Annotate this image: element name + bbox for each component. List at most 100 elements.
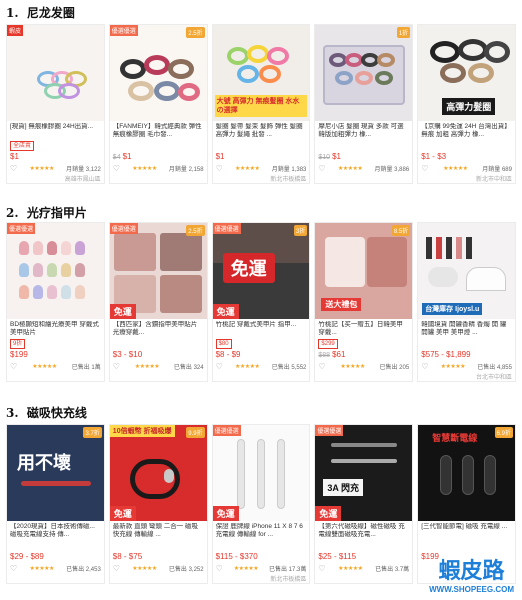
heart-icon[interactable]: ♡	[10, 164, 17, 173]
promo-tag: $80	[215, 339, 232, 349]
heart-icon[interactable]: ♡	[318, 564, 325, 573]
heart-icon[interactable]: ♡	[10, 362, 17, 371]
sold-count: 已售出 2,453	[66, 567, 101, 573]
rating-stars-icon: ★★★★★	[338, 566, 363, 572]
product-price: $88 $61	[318, 350, 409, 359]
product-name[interactable]: 摩尼小店 髮圈 現貨 多款 可選 韓版加粗彈力 橡...	[318, 123, 409, 139]
heart-icon[interactable]: ♡	[318, 164, 325, 173]
product-banner: 送大禮包	[321, 298, 362, 311]
product-card[interactable]: 10倍蝦幣 折福吸爆 9.9折 免運 最新款 直頭 彎頭 二合一 磁吸快充線 傳…	[108, 424, 208, 584]
product-banner: 大號 高彈力 無痕髮圈 水水の選擇	[214, 95, 308, 117]
free-shipping-badge: 免運	[212, 304, 239, 319]
product-card[interactable]: 1折 摩尼小店 髮圈 現貨 多款 可選 韓版加粗彈力 橡... $10 $1 ♡ …	[314, 24, 414, 184]
heart-icon[interactable]: ♡	[113, 164, 120, 173]
product-name[interactable]: [現貨] 無痕橡膠圈 24H出貨...	[10, 123, 101, 139]
heart-icon[interactable]: ♡	[113, 362, 120, 371]
product-image[interactable]: 1折	[315, 25, 413, 121]
watermark-logo: 蝦皮路	[438, 559, 505, 584]
product-image[interactable]: 免運 優選優選 3折 免運	[212, 223, 310, 319]
product-image[interactable]: 優選優選 2.5折	[109, 25, 207, 121]
product-image[interactable]: 10倍蝦幣 折福吸爆 9.9折 免運	[109, 425, 207, 521]
product-image[interactable]: 台灣庫存 Ijoysl.u	[418, 223, 515, 319]
product-banner: 用不壞	[17, 453, 71, 473]
product-image[interactable]: 3A 閃充 優選優選 免運	[315, 425, 413, 521]
product-name[interactable]: [三代智能節電] 磁吸 充電線 ...	[421, 523, 512, 539]
product-price: $29 - $89	[10, 552, 44, 561]
site-watermark: 蝦皮路 WWW.SHOPEEG.COM	[429, 553, 514, 594]
original-price: $88	[318, 352, 331, 359]
product-name[interactable]: 最新款 直頭 彎頭 二合一 磁吸快充線 傳輸線 ...	[113, 523, 204, 539]
product-image[interactable]: 優選優選	[7, 223, 104, 319]
product-image[interactable]: 大號 高彈力 無痕髮圈 水水の選擇	[212, 25, 310, 121]
product-image[interactable]: 優選優選 2.5折 免運	[109, 223, 207, 319]
product-name[interactable]: 【第六代磁吸線】磁性磁吸 充電線雙面磁吸充電...	[318, 523, 409, 539]
product-card[interactable]: 高彈力髮圈 【京購 99免運 24H 台灣出貨】 無痕 加粗 高彈力 橡... …	[417, 24, 516, 184]
heart-icon[interactable]: ♡	[421, 362, 428, 371]
rating-stars-icon: ★★★★★	[233, 566, 259, 572]
discount-badge: 3折	[294, 225, 308, 236]
product-name[interactable]: 【FANMEIY】韓式經典款 彈性無痕橡膠圈 毛巾發...	[113, 123, 204, 139]
heart-icon[interactable]: ♡	[421, 164, 428, 173]
discount-ribbon: 優選優選	[109, 25, 138, 36]
heart-icon[interactable]: ♡	[318, 362, 325, 371]
discount-ribbon: 優選優選	[7, 223, 36, 234]
product-image[interactable]: 蝦皮	[7, 25, 104, 121]
product-card[interactable]: 3A 閃充 優選優選 免運 【第六代磁吸線】磁性磁吸 充電線雙面磁吸充電... …	[314, 424, 414, 584]
product-card[interactable]: 免運 優選優選 3折 免運 竹桃記 穿戴式美甲片 指甲... $80 $8 - …	[211, 222, 311, 382]
heart-icon[interactable]: ♡	[216, 362, 223, 371]
discount-badge: 8.5折	[391, 225, 411, 236]
heart-icon[interactable]: ♡	[216, 564, 223, 573]
product-price: $1 - $3	[421, 152, 447, 161]
mall-ribbon: 蝦皮	[7, 25, 24, 36]
rating-stars-icon: ★★★★★	[32, 364, 57, 370]
discount-badge: 3.7折	[83, 427, 102, 438]
product-price: $199	[10, 350, 28, 359]
free-shipping-badge: 免運	[109, 304, 136, 319]
sale-price: $1	[122, 152, 132, 161]
product-name[interactable]: 【西匹家】含鑽指甲美甲貼片 光療穿戴...	[113, 321, 204, 337]
product-name[interactable]: 韓國境貨 開罐香精 香燭 開 罐 開罐 美甲 美甲燈 ...	[421, 321, 512, 337]
heart-icon[interactable]: ♡	[10, 564, 17, 573]
product-price: $3 - $10	[112, 350, 143, 359]
discount-badge: 1折	[396, 27, 411, 38]
product-card[interactable]: 優選優選 免運 保證 鹿牌線 iPhone 11 X 8 7 6 充電線 傳輸線…	[211, 424, 311, 584]
product-grid: 優選優選 BD極顯短和繪光療美甲 穿戴式美甲貼片 9折 $199 ♡ ★★★★★…	[6, 222, 516, 382]
product-card[interactable]: 用不壞 3.7折 【2020現貨】日本技術傳磁... 磁吸充電線支持 傳... …	[6, 424, 105, 584]
free-shipping-badge: 免運	[212, 506, 239, 521]
sale-price: $61	[332, 350, 346, 359]
rating-stars-icon: ★★★★★	[134, 364, 160, 370]
product-name[interactable]: 【2020現貨】日本技術傳磁... 磁吸充電線支持 傳...	[10, 523, 101, 539]
heart-icon[interactable]: ♡	[216, 164, 223, 173]
product-name[interactable]: 保證 鹿牌線 iPhone 11 X 8 7 6 充電線 傳輸線 for ...	[216, 523, 307, 539]
product-image[interactable]: 優選優選 免運	[212, 425, 310, 521]
product-card[interactable]: 優選優選 2.5折 免運 【西匹家】含鑽指甲美甲貼片 光療穿戴... $3 - …	[108, 222, 208, 382]
discount-badge: 2.5折	[186, 225, 205, 236]
seller-location: 新北市板橋區	[270, 577, 307, 583]
product-card[interactable]: 蝦皮 [現貨] 無痕橡膠圈 24H出貨... 全店賣 $1 ♡ ★★★★★ 月銷…	[6, 24, 105, 184]
rating-stars-icon: ★★★★★	[440, 364, 466, 370]
product-name[interactable]: 【京購 99免運 24H 台灣出貨】 無痕 加粗 高彈力 橡...	[421, 123, 512, 139]
rating-stars-icon: ★★★★★	[29, 566, 54, 572]
product-card[interactable]: 優選優選 BD極顯短和繪光療美甲 穿戴式美甲貼片 9折 $199 ♡ ★★★★★…	[6, 222, 105, 382]
heart-icon[interactable]: ♡	[113, 564, 120, 573]
product-card[interactable]: 台灣庫存 Ijoysl.u 韓國境貨 開罐香精 香燭 開 罐 開罐 美甲 美甲燈…	[417, 222, 516, 382]
rating-stars-icon: ★★★★★	[235, 364, 260, 370]
section-title: 2. 光疗指甲片	[6, 206, 87, 220]
product-image[interactable]: 高彈力髮圈	[418, 25, 515, 121]
free-shipping-badge: 免運	[109, 506, 136, 521]
product-name[interactable]: BD極顯短和繪光療美甲 穿戴式美甲貼片	[10, 321, 101, 337]
product-name[interactable]: 髮圈 髮帶 髮束 髮飾 彈性 髮圈 高彈力 髮繩 批發 ...	[216, 123, 307, 139]
product-card[interactable]: 送大禮包 8.5折 竹桃記【买一贈五】日韓美甲 穿戴... $299 $88 $6…	[314, 222, 414, 382]
product-image[interactable]: 用不壞 3.7折	[7, 425, 104, 521]
product-card[interactable]: 優選優選 2.5折 【FANMEIY】韓式經典款 彈性無痕橡膠圈 毛巾發... …	[108, 24, 208, 184]
product-image[interactable]: 送大禮包 8.5折	[315, 223, 413, 319]
seller-location: 台北市中和區	[475, 375, 512, 381]
product-name[interactable]: 竹桃記 穿戴式美甲片 指甲...	[216, 321, 307, 337]
product-price: $115 - $370	[215, 552, 258, 561]
product-name[interactable]: 竹桃記【买一贈五】日韓美甲 穿戴...	[318, 321, 409, 337]
product-card[interactable]: 大號 高彈力 無痕髮圈 水水の選擇 髮圈 髮帶 髮束 髮飾 彈性 髮圈 高彈力 …	[211, 24, 311, 184]
product-banner: 台灣庫存 Ijoysl.u	[422, 303, 483, 315]
sold-count: 月銷量 2,158	[168, 167, 204, 173]
product-image[interactable]: 智慧斷電線 6.9折	[418, 425, 515, 521]
product-banner: 3A 閃充	[323, 479, 364, 496]
